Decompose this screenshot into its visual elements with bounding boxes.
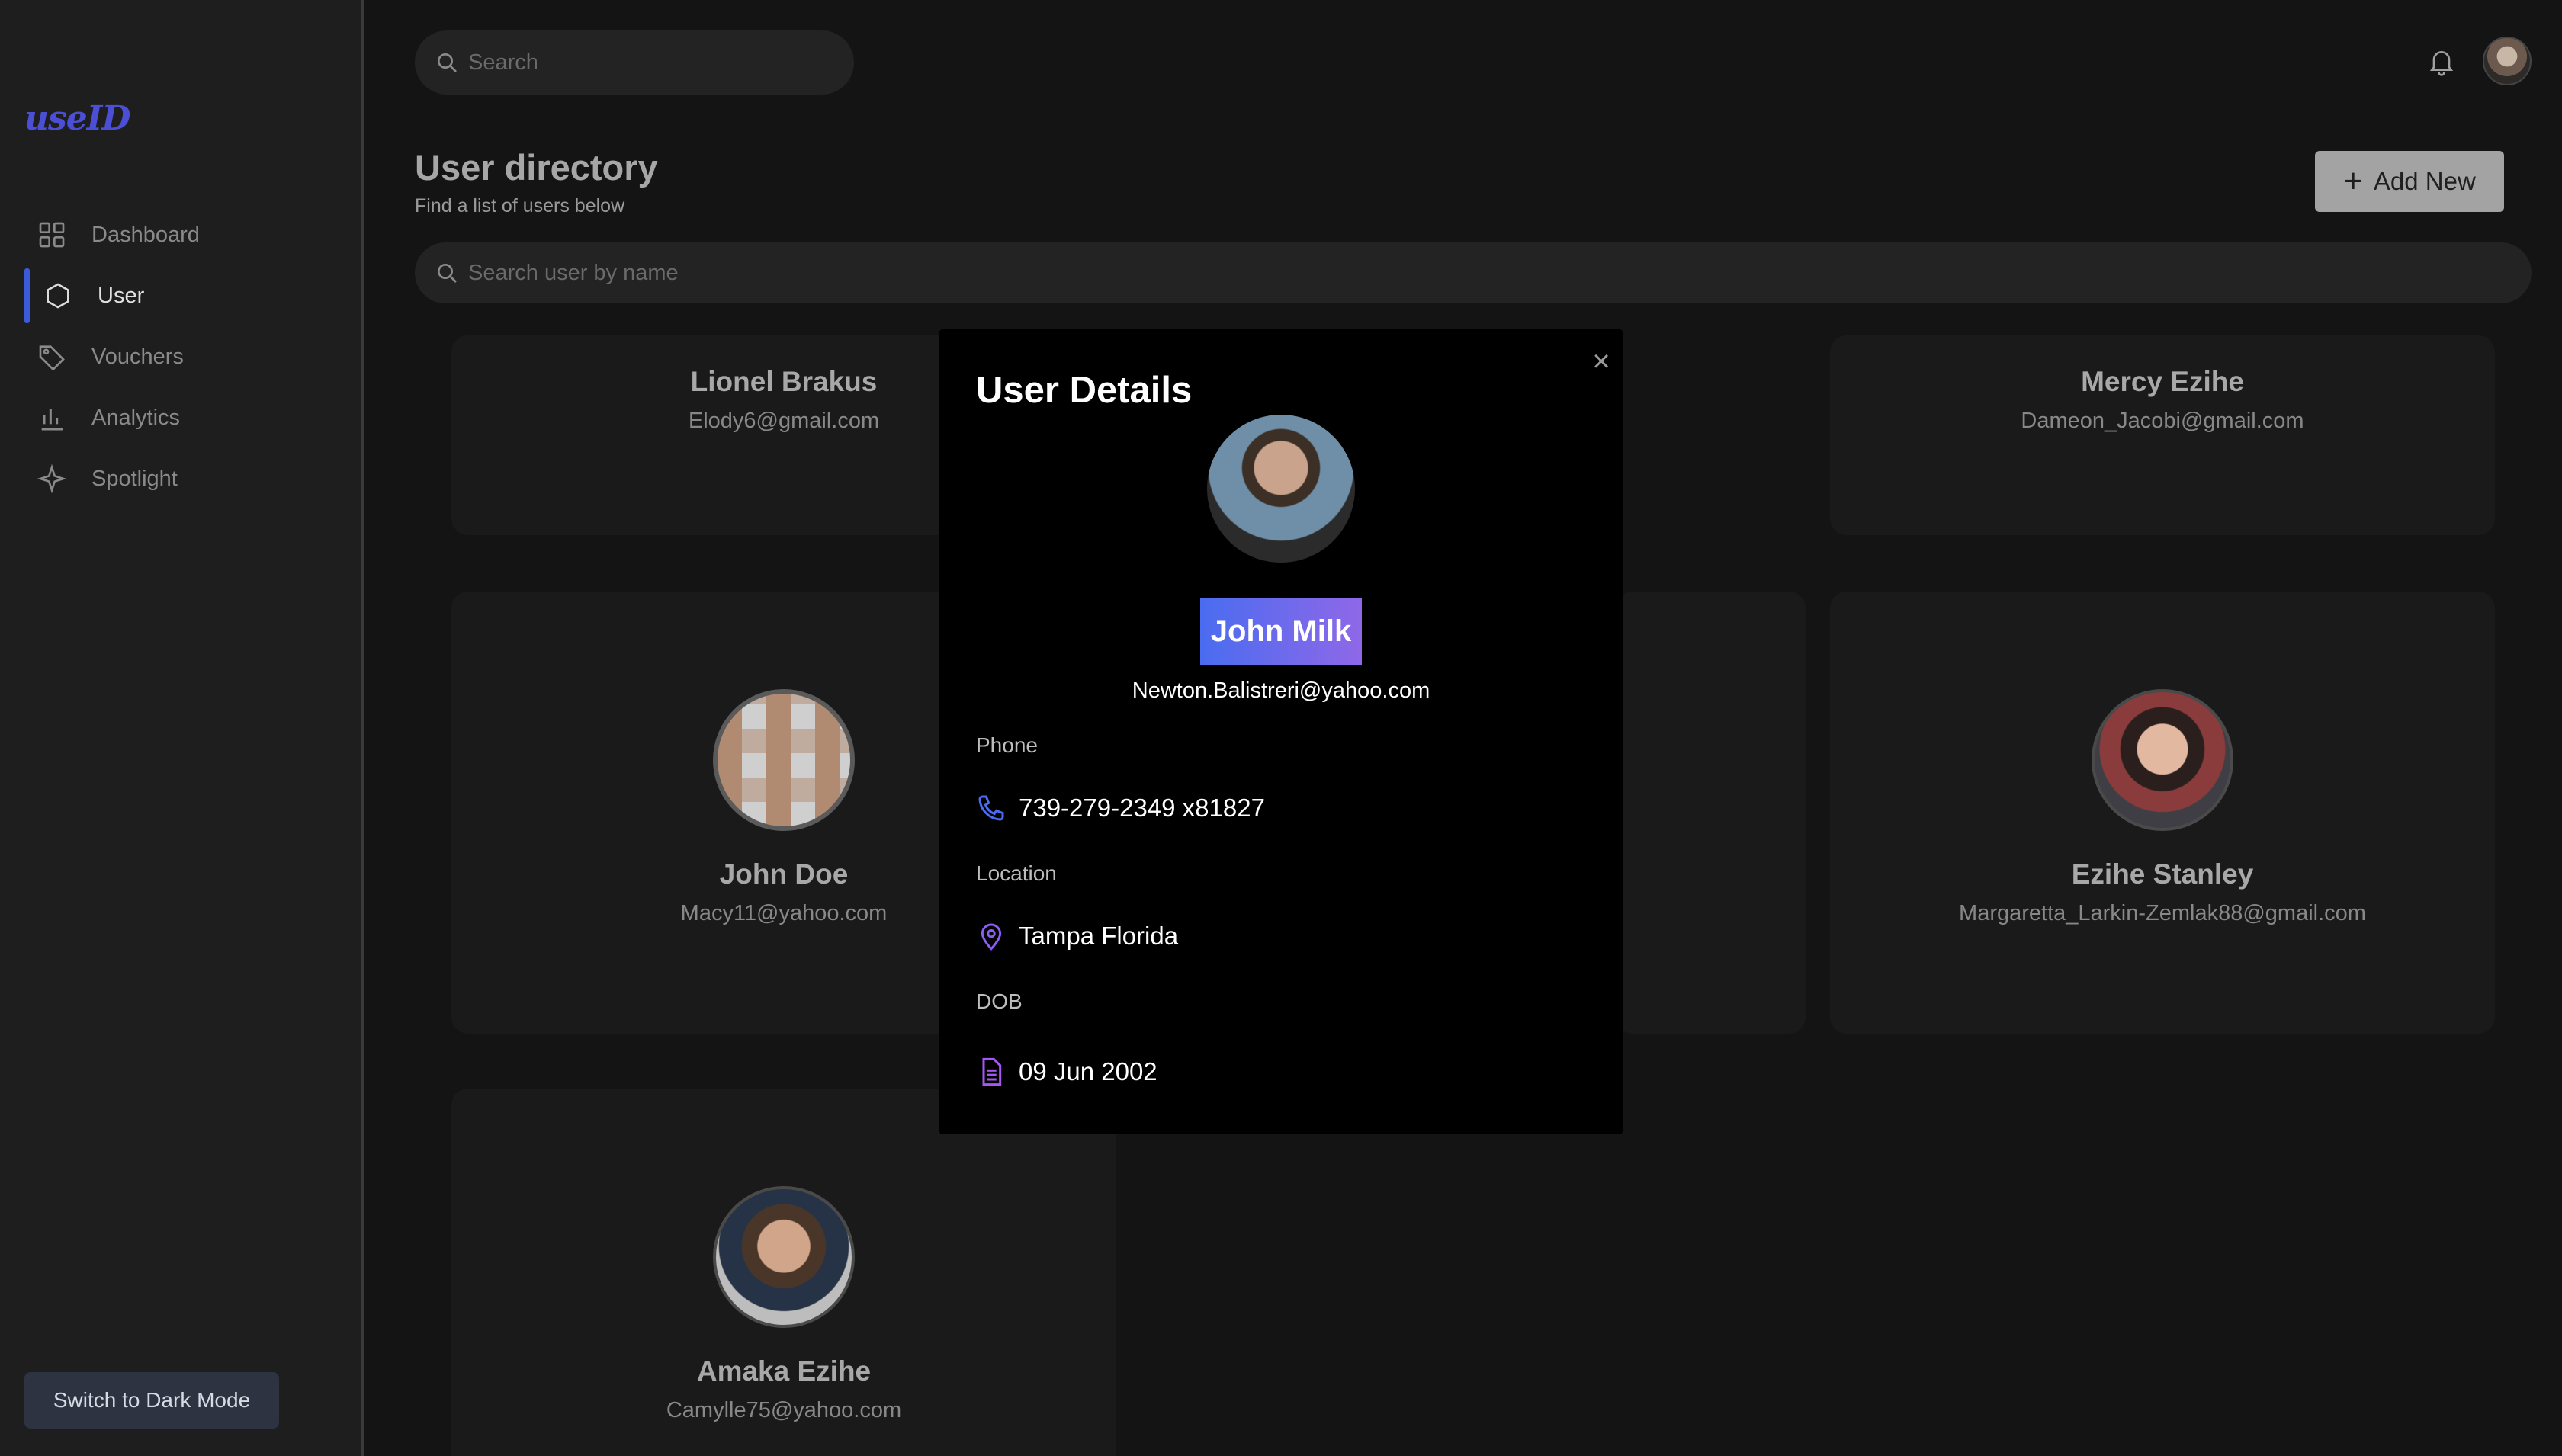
phone-label: Phone (976, 733, 1038, 757)
dob-row: 09 Jun 2002 (976, 1057, 1157, 1087)
phone-row: 739-279-2349 x81827 (976, 793, 1265, 823)
phone-value: 739-279-2349 x81827 (1019, 794, 1265, 822)
location-row: Tampa Florida (976, 921, 1178, 951)
modal-avatar (1207, 415, 1355, 563)
dob-label: DOB (976, 989, 1023, 1013)
location-label: Location (976, 861, 1057, 885)
close-icon[interactable]: × (1589, 346, 1613, 377)
modal-user-email: Newton.Balistreri@yahoo.com (1132, 678, 1430, 703)
map-pin-icon (981, 923, 1002, 951)
dob-value: 09 Jun 2002 (1019, 1057, 1157, 1086)
modal-title: User Details (976, 370, 1193, 411)
document-icon (982, 1057, 1002, 1086)
location-value: Tampa Florida (1019, 922, 1179, 950)
phone-icon (978, 795, 1004, 821)
modal-user-name: John Milk (1200, 598, 1362, 665)
